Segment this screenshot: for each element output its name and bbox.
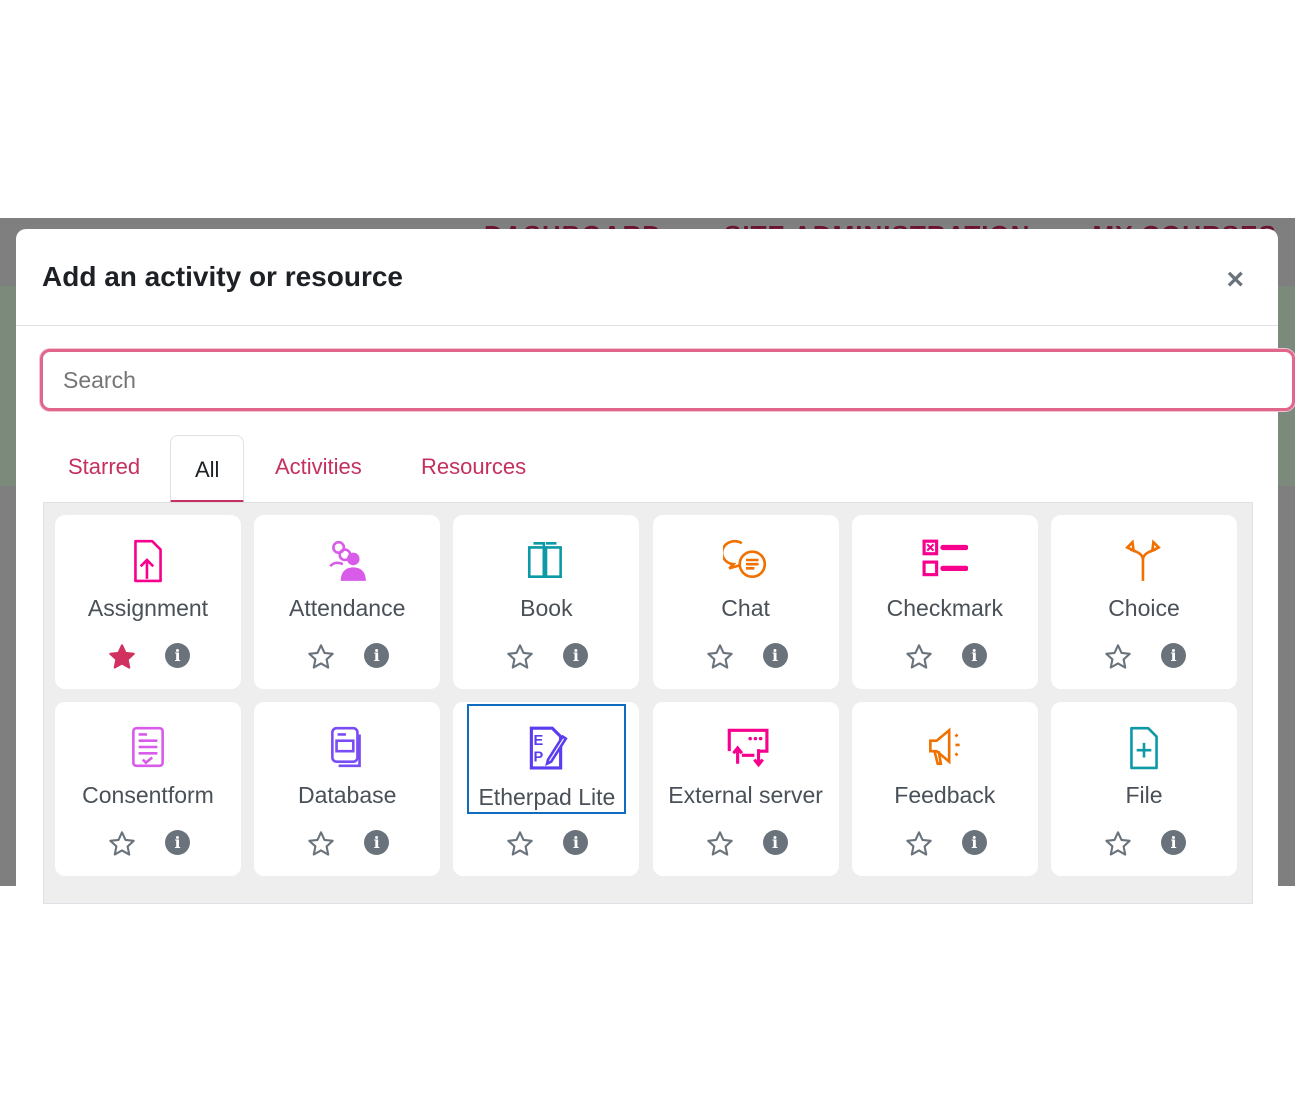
activity-name[interactable]: Consentform — [55, 782, 241, 809]
file-add-icon — [1119, 722, 1169, 772]
checklist-icon — [920, 535, 970, 585]
info-icon[interactable]: i — [1161, 643, 1186, 668]
info-icon[interactable]: i — [563, 830, 589, 855]
activity-card-feedback[interactable]: Feedback i — [851, 702, 1038, 876]
activity-card-file[interactable]: File i — [1051, 702, 1237, 876]
info-icon[interactable]: i — [165, 830, 190, 855]
activity-name[interactable]: Checkmark — [852, 595, 1038, 622]
activity-grid: Assignment i Attendance i Book i Chat i … — [43, 502, 1253, 904]
info-icon[interactable]: i — [165, 643, 190, 668]
modal-header: Add an activity or resource × — [16, 229, 1278, 326]
activity-card-attendance[interactable]: Attendance i — [254, 515, 441, 689]
star-outline-icon[interactable] — [506, 643, 534, 671]
info-icon[interactable]: i — [961, 643, 987, 668]
external-server-icon — [721, 722, 771, 772]
star-outline-icon[interactable] — [905, 830, 933, 858]
activity-name[interactable]: Feedback — [852, 782, 1038, 809]
star-outline-icon[interactable] — [1104, 643, 1132, 671]
database-icon — [322, 722, 372, 772]
activity-name[interactable]: Attendance — [254, 595, 440, 622]
activity-name[interactable]: File — [1051, 782, 1237, 809]
star-outline-icon[interactable] — [1104, 830, 1132, 858]
modal-title: Add an activity or resource — [42, 261, 404, 292]
activity-card-chat[interactable]: Chat i — [652, 515, 839, 689]
star-outline-icon[interactable] — [307, 643, 335, 671]
activity-name[interactable]: Book — [453, 595, 639, 622]
split-arrows-icon — [1119, 535, 1169, 585]
activity-name[interactable]: Choice — [1051, 595, 1237, 622]
tab-bar: Starred All Activities Resources — [42, 435, 1251, 503]
info-icon[interactable]: i — [563, 643, 589, 668]
tab-activities[interactable]: Activities — [275, 435, 362, 499]
star-outline-icon[interactable] — [307, 830, 335, 858]
book-icon — [521, 535, 571, 585]
activity-chooser-modal: Add an activity or resource × Starred Al… — [16, 229, 1295, 929]
search-input[interactable] — [40, 349, 1295, 411]
activity-name[interactable]: Chat — [653, 595, 839, 622]
info-icon[interactable]: i — [961, 830, 987, 855]
star-outline-icon[interactable] — [706, 643, 734, 671]
info-icon[interactable]: i — [364, 643, 390, 668]
info-icon[interactable]: i — [364, 830, 390, 855]
tab-starred[interactable]: Starred — [68, 435, 140, 499]
activity-card-checkmark[interactable]: Checkmark i — [851, 515, 1038, 689]
activity-name[interactable]: Database — [254, 782, 440, 809]
activity-card-database[interactable]: Database i — [254, 702, 441, 876]
info-icon[interactable]: i — [1161, 830, 1186, 855]
tab-all[interactable]: All — [170, 435, 245, 503]
assignment-upload-icon — [123, 535, 173, 585]
chat-bubbles-icon — [721, 535, 771, 585]
star-filled-icon[interactable] — [108, 643, 136, 671]
activity-card-assignment[interactable]: Assignment i — [55, 515, 241, 689]
activity-card-external-server[interactable]: External server i — [652, 702, 839, 876]
megaphone-icon — [920, 722, 970, 772]
tab-resources[interactable]: Resources — [421, 435, 526, 499]
activity-card-etherpad-lite[interactable]: EP Etherpad Lite i — [453, 702, 640, 876]
info-icon[interactable]: i — [762, 643, 788, 668]
activity-card-book[interactable]: Book i — [453, 515, 640, 689]
star-outline-icon[interactable] — [905, 643, 933, 671]
activity-name[interactable]: Assignment — [55, 595, 241, 622]
star-outline-icon[interactable] — [108, 830, 136, 858]
attendance-people-icon — [322, 535, 372, 585]
consent-form-icon — [123, 722, 173, 772]
activity-name[interactable]: Etherpad Lite — [467, 704, 627, 814]
activity-card-consentform[interactable]: Consentform i — [55, 702, 241, 876]
activity-name[interactable]: External server — [653, 782, 839, 809]
close-button[interactable]: × — [1226, 263, 1244, 297]
activity-card-choice[interactable]: Choice i — [1051, 515, 1237, 689]
info-icon[interactable]: i — [762, 830, 788, 855]
star-outline-icon[interactable] — [506, 830, 534, 858]
star-outline-icon[interactable] — [706, 830, 734, 858]
